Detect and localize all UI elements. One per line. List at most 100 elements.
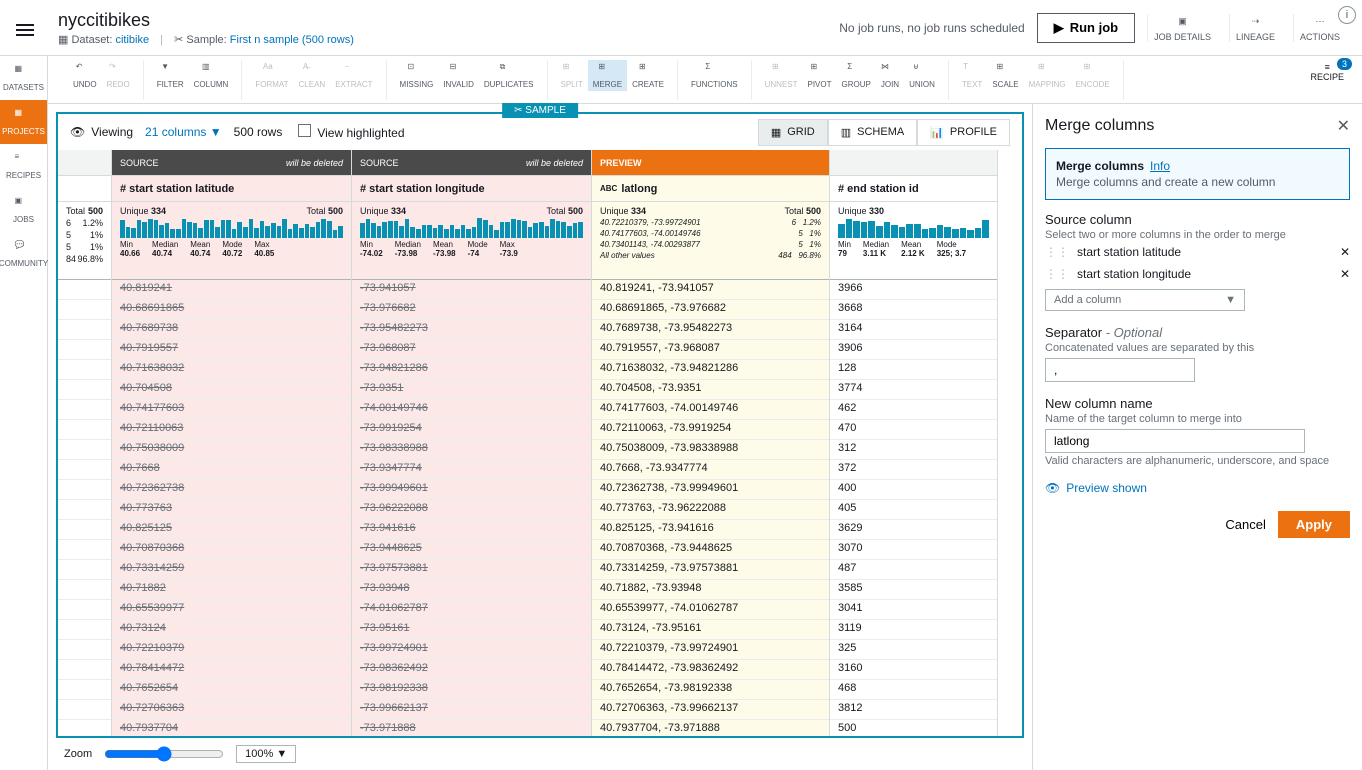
table-cell[interactable]: 312	[830, 440, 997, 460]
table-cell[interactable]: 468	[830, 680, 997, 700]
preview-toggle[interactable]: 👁 Preview shown	[1045, 481, 1350, 495]
table-cell[interactable]: 3164	[830, 320, 997, 340]
table-cell[interactable]: 40.819241	[112, 280, 351, 300]
table-cell[interactable]: 40.70870368	[112, 540, 351, 560]
sample-link[interactable]: First n sample (500 rows)	[230, 34, 354, 46]
table-cell[interactable]: -74.01062787	[352, 600, 591, 620]
table-cell[interactable]: -73.99949601	[352, 480, 591, 500]
table-cell[interactable]: 3629	[830, 520, 997, 540]
zoom-value[interactable]: 100% ▼	[236, 745, 296, 763]
merge-button[interactable]: ⊞MERGE	[588, 60, 627, 91]
table-cell[interactable]: -73.93948	[352, 580, 591, 600]
table-cell[interactable]: 40.73314259, -73.97573881	[592, 560, 829, 580]
invalid-button[interactable]: ⊟INVALID	[438, 60, 479, 91]
table-cell[interactable]: -73.98362492	[352, 660, 591, 680]
missing-button[interactable]: ⊡MISSING	[395, 60, 439, 91]
table-cell[interactable]: 40.75038009, -73.98338988	[592, 440, 829, 460]
filter-button[interactable]: ▼FILTER	[152, 60, 189, 91]
nav-community[interactable]: 💬COMMUNITY	[0, 232, 47, 276]
table-cell[interactable]: 40.72210379, -73.99724901	[592, 640, 829, 660]
table-cell[interactable]: 40.72362738	[112, 480, 351, 500]
recipe-button[interactable]: ≡RECIPE 3	[1304, 60, 1350, 84]
table-cell[interactable]: 40.825125	[112, 520, 351, 540]
tab-schema[interactable]: ▥ SCHEMA	[828, 119, 917, 146]
dataset-link[interactable]: citibike	[115, 34, 149, 46]
table-cell[interactable]: 3041	[830, 600, 997, 620]
new-column-input[interactable]	[1045, 429, 1305, 453]
info-icon[interactable]: i	[1338, 6, 1356, 24]
functions-button[interactable]: ΣFUNCTIONS	[686, 60, 743, 91]
table-cell[interactable]: 500	[830, 720, 997, 738]
table-cell[interactable]: -73.971888	[352, 720, 591, 738]
source-col-2[interactable]: ⋮⋮start station longitude✕	[1045, 263, 1350, 285]
table-cell[interactable]: 40.7919557, -73.968087	[592, 340, 829, 360]
table-cell[interactable]: 40.71882, -73.93948	[592, 580, 829, 600]
lineage-button[interactable]: ⇢LINEAGE	[1229, 14, 1281, 42]
remove-icon[interactable]: ✕	[1340, 245, 1350, 259]
columns-dropdown[interactable]: 21 columns ▼	[145, 125, 222, 139]
table-cell[interactable]: 40.773763	[112, 500, 351, 520]
table-cell[interactable]: 40.73124	[112, 620, 351, 640]
highlighted-checkbox[interactable]: View highlighted	[298, 124, 404, 140]
table-cell[interactable]: 372	[830, 460, 997, 480]
table-cell[interactable]: 3966	[830, 280, 997, 300]
table-cell[interactable]: 40.7652654, -73.98192338	[592, 680, 829, 700]
source-col-1[interactable]: ⋮⋮start station latitude✕	[1045, 241, 1350, 263]
nav-projects[interactable]: ▦PROJECTS	[0, 100, 47, 144]
add-column-dropdown[interactable]: Add a column▼	[1045, 289, 1245, 311]
table-cell[interactable]: -73.98338988	[352, 440, 591, 460]
column-button[interactable]: ▥COLUMN	[189, 60, 234, 91]
table-cell[interactable]: 40.7689738	[112, 320, 351, 340]
table-cell[interactable]: -73.968087	[352, 340, 591, 360]
table-cell[interactable]: 400	[830, 480, 997, 500]
tab-profile[interactable]: 📊 PROFILE	[917, 119, 1010, 146]
info-link[interactable]: Info	[1150, 159, 1170, 173]
table-cell[interactable]: 3668	[830, 300, 997, 320]
table-cell[interactable]: -73.99662137	[352, 700, 591, 720]
table-cell[interactable]: 40.819241, -73.941057	[592, 280, 829, 300]
table-cell[interactable]: 40.72706363, -73.99662137	[592, 700, 829, 720]
nav-datasets[interactable]: ▦DATASETS	[0, 56, 47, 100]
table-cell[interactable]: 3119	[830, 620, 997, 640]
cancel-button[interactable]: Cancel	[1225, 517, 1265, 532]
table-cell[interactable]: -73.94821286	[352, 360, 591, 380]
close-icon[interactable]: ✕	[1337, 116, 1350, 136]
table-cell[interactable]: 40.75038009	[112, 440, 351, 460]
nav-recipes[interactable]: ≡RECIPES	[0, 144, 47, 188]
table-cell[interactable]: 462	[830, 400, 997, 420]
table-cell[interactable]: 40.71882	[112, 580, 351, 600]
table-cell[interactable]: 3160	[830, 660, 997, 680]
run-job-button[interactable]: ▶ Run job	[1037, 13, 1135, 43]
table-cell[interactable]: 40.73124, -73.95161	[592, 620, 829, 640]
scale-button[interactable]: ⊞SCALE	[987, 60, 1023, 91]
table-cell[interactable]: 40.73314259	[112, 560, 351, 580]
table-cell[interactable]: 325	[830, 640, 997, 660]
table-cell[interactable]: 405	[830, 500, 997, 520]
table-cell[interactable]: 40.7668	[112, 460, 351, 480]
table-cell[interactable]: 40.70870368, -73.9448625	[592, 540, 829, 560]
table-cell[interactable]: 40.7937704, -73.971888	[592, 720, 829, 738]
table-cell[interactable]: -73.9351	[352, 380, 591, 400]
join-button[interactable]: ⋈JOIN	[876, 60, 904, 91]
table-cell[interactable]: 3906	[830, 340, 997, 360]
table-cell[interactable]: -73.96222088	[352, 500, 591, 520]
table-cell[interactable]: 3812	[830, 700, 997, 720]
table-cell[interactable]: 40.7689738, -73.95482273	[592, 320, 829, 340]
table-cell[interactable]: 40.72362738, -73.99949601	[592, 480, 829, 500]
tab-grid[interactable]: ▦ GRID	[758, 119, 828, 146]
table-cell[interactable]: -74.00149746	[352, 400, 591, 420]
table-cell[interactable]: 128	[830, 360, 997, 380]
table-cell[interactable]: 40.72210379	[112, 640, 351, 660]
remove-icon[interactable]: ✕	[1340, 267, 1350, 281]
table-cell[interactable]: 3585	[830, 580, 997, 600]
table-cell[interactable]: 40.773763, -73.96222088	[592, 500, 829, 520]
union-button[interactable]: ⊎UNION	[904, 60, 940, 91]
table-cell[interactable]: 40.78414472	[112, 660, 351, 680]
table-cell[interactable]: 40.72110063	[112, 420, 351, 440]
table-cell[interactable]: -73.9347774	[352, 460, 591, 480]
nav-jobs[interactable]: ▣JOBS	[0, 188, 47, 232]
table-cell[interactable]: 40.7937704	[112, 720, 351, 738]
table-cell[interactable]: 40.78414472, -73.98362492	[592, 660, 829, 680]
table-cell[interactable]: 40.74177603	[112, 400, 351, 420]
sample-tab[interactable]: ✂ SAMPLE	[502, 103, 578, 118]
